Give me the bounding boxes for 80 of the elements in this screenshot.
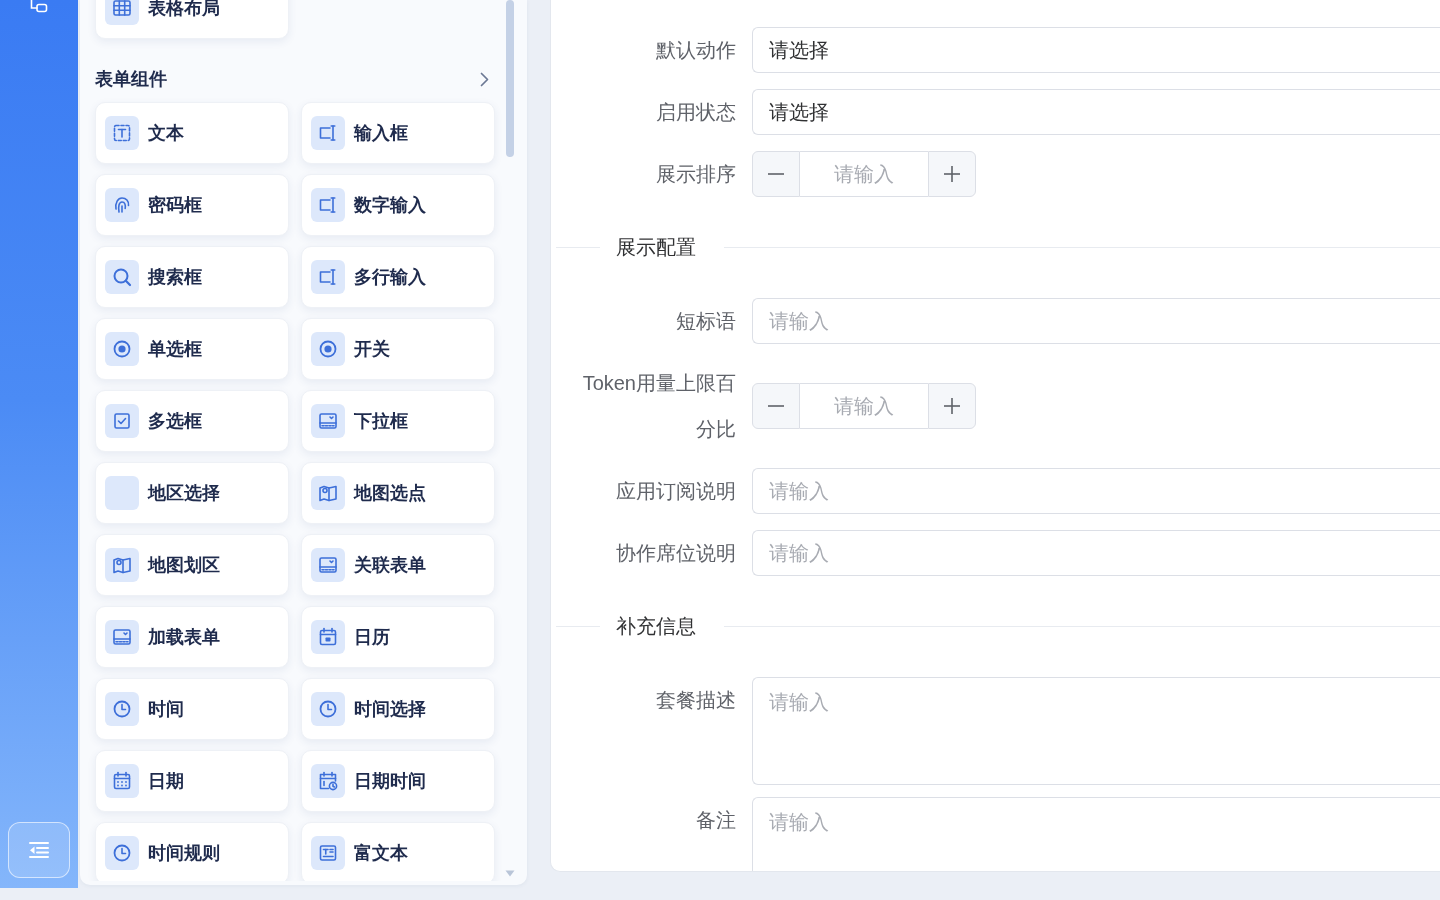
component-card[interactable]: 开关 [301, 318, 495, 380]
collapse-menu-button[interactable] [8, 822, 70, 878]
number-input[interactable]: 请输入 [800, 151, 928, 197]
map-icon [311, 476, 345, 510]
minus-icon [768, 173, 784, 175]
calendar-clock-icon [311, 764, 345, 798]
section-title: 补充信息 [616, 614, 696, 639]
select-field[interactable]: 请选择 [752, 27, 1440, 73]
rich-text-icon [311, 836, 345, 870]
scrollbar-thumb[interactable] [506, 0, 514, 157]
component-card[interactable]: 多选框 [95, 390, 289, 452]
field-label: 短标语 [676, 310, 736, 332]
dropdown-box-icon [105, 620, 139, 654]
number-input[interactable]: 请输入 [800, 383, 928, 429]
blank-tile-icon [105, 476, 139, 510]
field-label: Token用量上限百分比 [582, 372, 736, 440]
text-input[interactable]: 请输入 [752, 298, 1440, 344]
checkbox-icon [105, 404, 139, 438]
field-label: 协作席位说明 [616, 542, 736, 564]
component-card[interactable]: 地区选择 [95, 462, 289, 524]
increment-button[interactable] [928, 383, 976, 429]
branch-icon[interactable] [28, 0, 48, 13]
component-card[interactable]: 关联表单 [301, 534, 495, 596]
fingerprint-icon [105, 188, 139, 222]
textarea-field[interactable]: 请输入 [752, 797, 1440, 871]
component-card[interactable]: 地图选点 [301, 462, 495, 524]
field-label: 应用订阅说明 [616, 480, 736, 502]
component-card[interactable]: 文本 [95, 102, 289, 164]
input-cursor-icon [311, 260, 345, 294]
calendar-icon [105, 764, 139, 798]
component-card[interactable]: 下拉框 [301, 390, 495, 452]
component-card[interactable]: 日历 [301, 606, 495, 668]
field-label: 套餐描述 [656, 689, 736, 711]
table-icon [105, 0, 139, 25]
select-field[interactable]: 请选择 [752, 89, 1440, 135]
section-title: 展示配置 [616, 235, 696, 260]
component-card[interactable]: 搜索框 [95, 246, 289, 308]
field-label: 启用状态 [656, 101, 736, 123]
component-card[interactable]: 数字输入 [301, 174, 495, 236]
calendar-icon [311, 620, 345, 654]
caret-down-icon[interactable] [505, 870, 515, 877]
component-card[interactable]: 时间选择 [301, 678, 495, 740]
component-card[interactable]: 多行输入 [301, 246, 495, 308]
component-card[interactable]: 加载表单 [95, 606, 289, 668]
chevron-right-icon[interactable] [480, 71, 489, 87]
plus-icon [944, 398, 960, 414]
textarea-field[interactable]: 请输入 [752, 677, 1440, 785]
radio-button-icon [311, 332, 345, 366]
map-icon [105, 548, 139, 582]
text-input[interactable]: 请输入 [752, 468, 1440, 514]
component-card[interactable]: 日期时间 [301, 750, 495, 812]
input-cursor-icon [311, 116, 345, 150]
field-label: 展示排序 [656, 163, 736, 185]
input-cursor-icon [311, 188, 345, 222]
clock-icon [311, 692, 345, 726]
component-card[interactable]: 时间 [95, 678, 289, 740]
component-card[interactable]: 时间规则 [95, 822, 289, 881]
section-heading: 表单组件 [95, 68, 167, 91]
field-label: 备注 [696, 809, 736, 831]
dropdown-box-icon [311, 548, 345, 582]
increment-button[interactable] [928, 151, 976, 197]
text-frame-icon [105, 116, 139, 150]
radio-button-icon [105, 332, 139, 366]
decrement-button[interactable] [752, 383, 800, 429]
component-card[interactable]: 输入框 [301, 102, 495, 164]
plus-icon [944, 166, 960, 182]
field-label: 默认动作 [656, 39, 736, 61]
decrement-button[interactable] [752, 151, 800, 197]
component-card[interactable]: 富文本 [301, 822, 495, 881]
dropdown-box-icon [311, 404, 345, 438]
component-card[interactable]: 地图划区 [95, 534, 289, 596]
minus-icon [768, 405, 784, 407]
menu-collapse-icon [28, 841, 50, 859]
clock-icon [105, 692, 139, 726]
component-card[interactable]: 单选框 [95, 318, 289, 380]
component-card[interactable]: 密码框 [95, 174, 289, 236]
text-input[interactable]: 请输入 [752, 530, 1440, 576]
search-icon [105, 260, 139, 294]
component-card[interactable]: 日期 [95, 750, 289, 812]
clock-icon [105, 836, 139, 870]
